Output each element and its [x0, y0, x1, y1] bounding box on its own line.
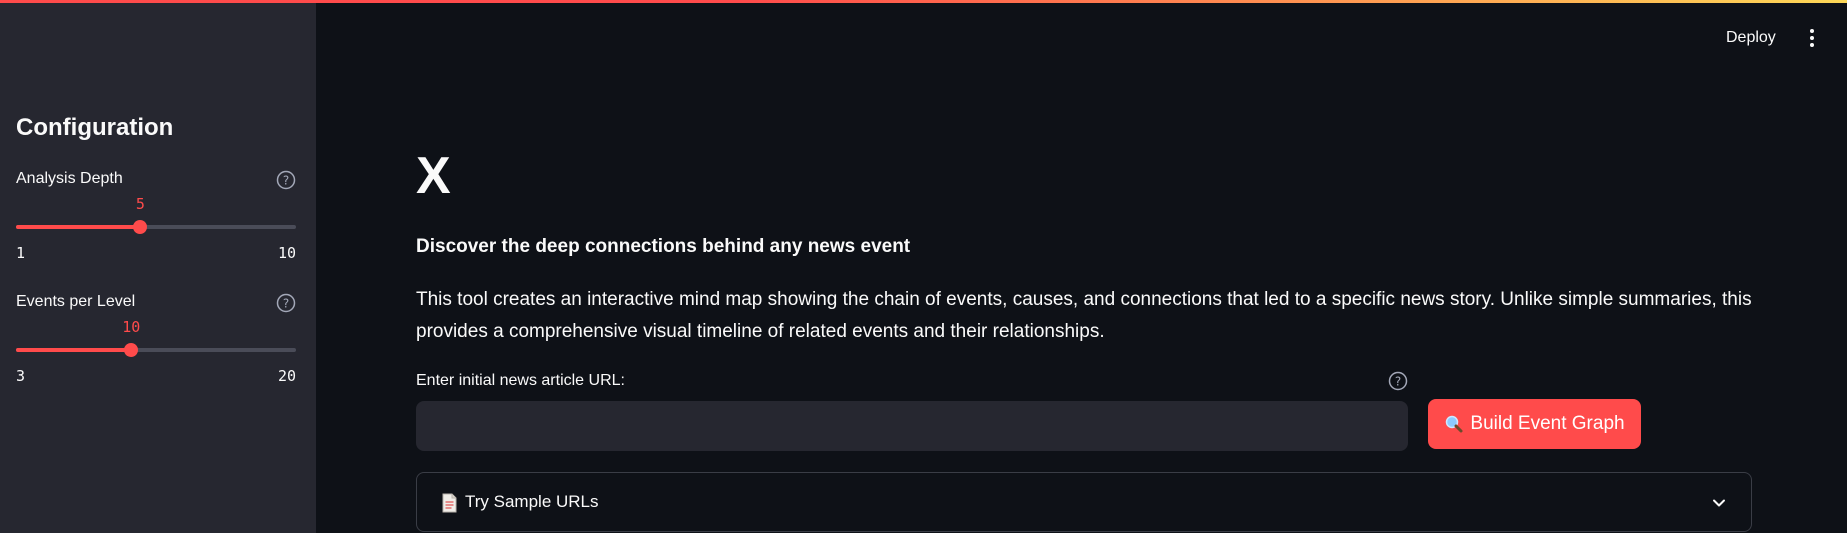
- slider-track[interactable]: [16, 220, 296, 234]
- magnifier-icon: [1446, 415, 1463, 433]
- kebab-menu-icon[interactable]: [1800, 24, 1824, 52]
- sidebar: Configuration Analysis Depth ? 5 1 10 Ev…: [0, 0, 316, 533]
- sample-urls-expander[interactable]: Try Sample URLs: [416, 472, 1752, 532]
- help-icon[interactable]: ?: [1388, 371, 1408, 391]
- page-subtitle: Discover the deep connections behind any…: [416, 236, 911, 257]
- help-icon[interactable]: ?: [276, 170, 296, 190]
- events-per-level-slider-group: Events per Level ? 10 3 20: [16, 293, 296, 393]
- slider-min: 1: [16, 244, 26, 262]
- slider-min: 3: [16, 367, 26, 385]
- build-button-label: Build Event Graph: [1470, 413, 1625, 434]
- slider-value: 10: [122, 318, 141, 336]
- slider-track[interactable]: [16, 343, 296, 357]
- slider-label: Analysis Depth: [16, 170, 123, 187]
- slider-max: 10: [277, 244, 296, 262]
- page-title: X: [416, 147, 451, 205]
- svg-text:?: ?: [283, 297, 289, 311]
- slider-thumb[interactable]: [133, 220, 148, 234]
- sidebar-title: Configuration: [16, 114, 174, 141]
- slider-max: 20: [277, 367, 296, 385]
- svg-text:?: ?: [283, 174, 289, 188]
- url-input[interactable]: [416, 401, 1408, 451]
- slider-fill: [16, 348, 132, 352]
- help-icon[interactable]: ?: [276, 293, 296, 313]
- analysis-depth-slider-group: Analysis Depth ? 5 1 10: [16, 170, 296, 270]
- top-decoration-bar: [0, 0, 1847, 3]
- expander-label: Try Sample URLs: [465, 492, 599, 511]
- slider-thumb[interactable]: [124, 343, 139, 357]
- slider-fill: [16, 225, 141, 229]
- svg-text:?: ?: [1395, 375, 1401, 389]
- document-icon: [442, 493, 457, 513]
- chevron-down-icon: [1713, 499, 1725, 507]
- url-input-label: Enter initial news article URL:: [416, 372, 625, 389]
- deploy-button[interactable]: Deploy: [1714, 22, 1788, 54]
- page-description: This tool creates an interactive mind ma…: [416, 289, 1752, 342]
- slider-label: Events per Level: [16, 293, 136, 310]
- build-event-graph-button[interactable]: Build Event Graph: [1428, 399, 1641, 449]
- slider-value: 5: [135, 195, 145, 213]
